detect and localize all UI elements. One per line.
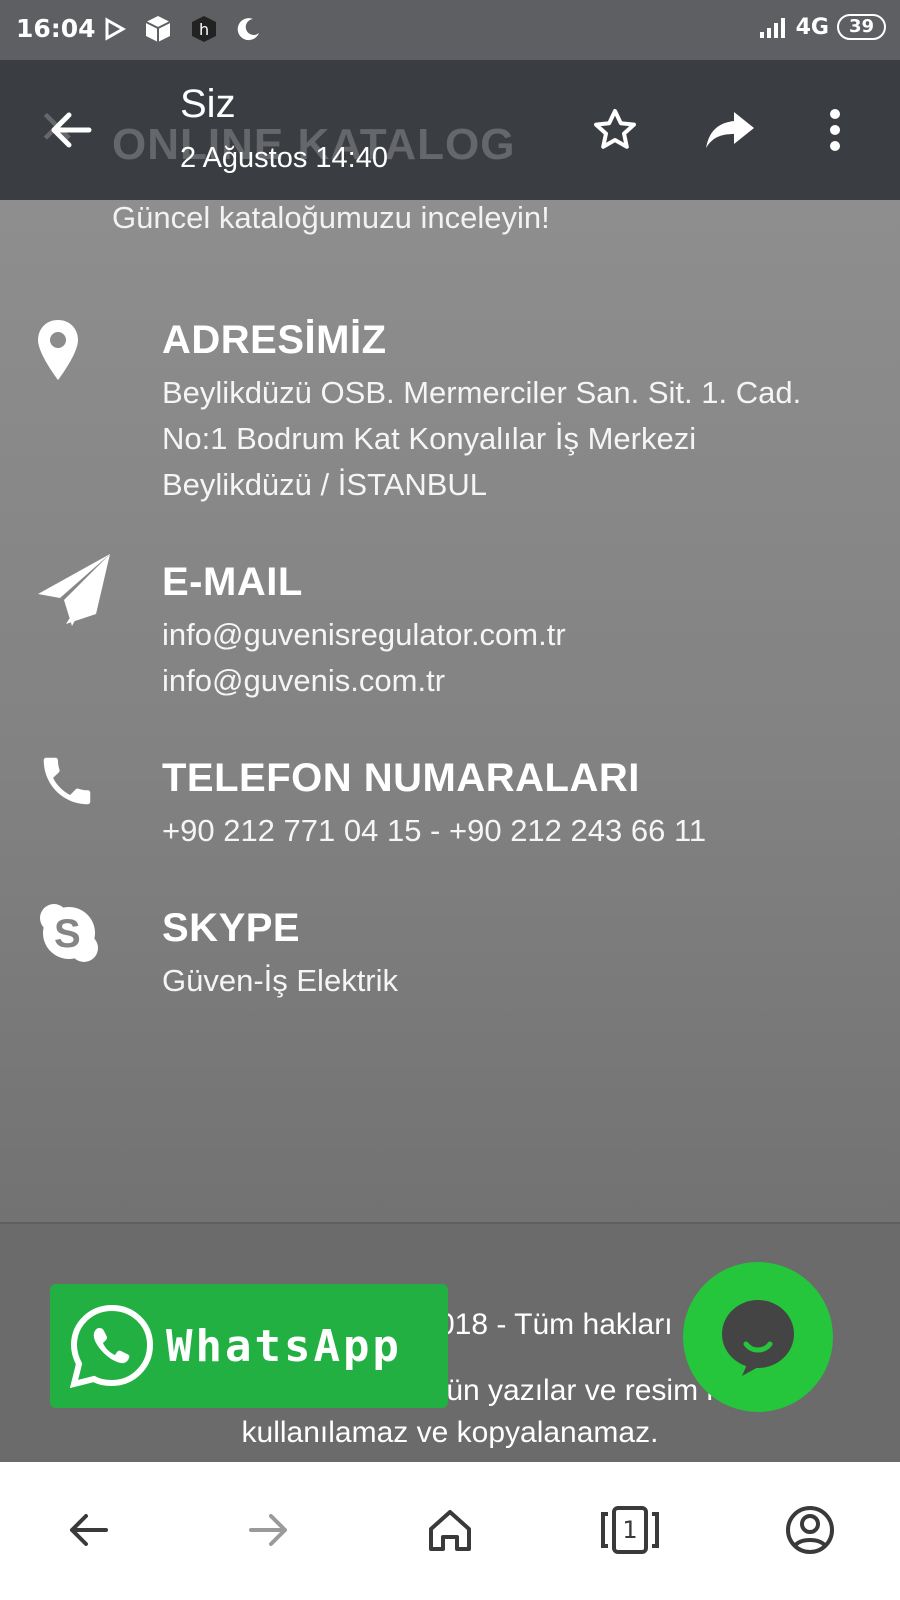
forward-icon [706,112,754,148]
whatsapp-label: WhatsApp [166,1320,402,1372]
status-bar: 16:04 h 4G 39 [0,0,900,60]
app-h-icon: h [192,16,216,42]
address-lines: Beylikdüzü OSB. Mermerciler San. Sit. 1.… [162,370,801,508]
nav-account-button[interactable] [778,1498,842,1562]
footer-copy-note: kullanılamaz ve kopyalanamaz. [241,1416,659,1449]
catalog-lead[interactable]: Güncel kataloğumuzu inceleyin! [112,200,550,236]
email-lines: info@guvenisregulator.com.tr info@guveni… [162,612,566,704]
footer-rights-note: tün yazılar ve resim nsiz [438,1374,760,1407]
page-subtitle: 2 Ağustos 14:40 [180,142,388,174]
svg-text:S: S [54,912,81,956]
page-title: Siz [180,82,236,126]
nav-tabs-button[interactable]: 1 [598,1498,662,1562]
address-title: ADRESİMİZ [162,318,387,362]
status-time: 16:04 [16,14,96,43]
skype-title: SKYPE [162,906,301,950]
whatsapp-icon [69,1304,154,1389]
address-line: Beylikdüzü / İSTANBUL [162,467,488,502]
skype-icon: S [40,904,98,962]
account-icon [786,1506,834,1554]
star-icon [594,109,636,149]
more-button[interactable] [815,100,855,160]
phone-lines: +90 212 771 04 15 - +90 212 243 66 11 [162,808,706,854]
signal-icon [759,18,785,38]
phone-title: TELEFON NUMARALARI [162,756,640,800]
forward-icon [249,1514,287,1546]
address-line: Beylikdüzü OSB. Mermerciler San. Sit. 1.… [162,375,802,410]
star-button[interactable] [585,100,645,160]
home-icon [429,1510,471,1551]
chat-bubble-icon [722,1300,794,1376]
play-store-icon [105,17,126,41]
box-icon [145,16,171,42]
browser-bottom-nav: 1 [0,1462,900,1600]
forward-button[interactable] [700,100,760,160]
more-vert-icon [830,109,840,151]
status-icons-left: h [104,14,262,44]
moon-icon [237,18,259,41]
nav-back-button[interactable] [56,1498,120,1562]
address-line: No:1 Bodrum Kat Konyalılar İş Merkezi [162,421,697,456]
location-pin-icon [38,320,78,380]
battery-indicator: 39 [836,14,886,40]
svg-text:h: h [199,20,209,39]
nav-forward-button[interactable] [237,1498,301,1562]
whatsapp-button[interactable]: WhatsApp [50,1284,448,1408]
skype-lines: Güven-İş Elektrik [162,958,398,1004]
footer-copyright: 018 - Tüm hakları [438,1308,673,1341]
skype-name[interactable]: Güven-İş Elektrik [162,958,398,1004]
back-arrow-icon [51,112,92,148]
page-content: Güncel kataloğumuzu inceleyin! ADRESİMİZ… [0,200,900,1222]
tabs-count: 1 [622,1516,638,1544]
app-bar: ✕ ONLINE KATALOG Siz 2 Ağustos 14:40 [0,60,900,200]
phone-number[interactable]: +90 212 771 04 15 - +90 212 243 66 11 [162,808,706,854]
paper-plane-icon [38,554,110,626]
status-icons-right: 4G 39 [758,14,886,40]
chat-fab[interactable] [683,1262,833,1412]
network-type: 4G [795,14,829,40]
phone-icon [43,757,91,805]
back-icon [70,1514,108,1546]
email-link[interactable]: info@guvenisregulator.com.tr [162,612,566,658]
email-title: E-MAIL [162,560,303,604]
back-button[interactable] [40,100,100,160]
email-link[interactable]: info@guvenis.com.tr [162,658,566,704]
nav-home-button[interactable] [418,1498,482,1562]
